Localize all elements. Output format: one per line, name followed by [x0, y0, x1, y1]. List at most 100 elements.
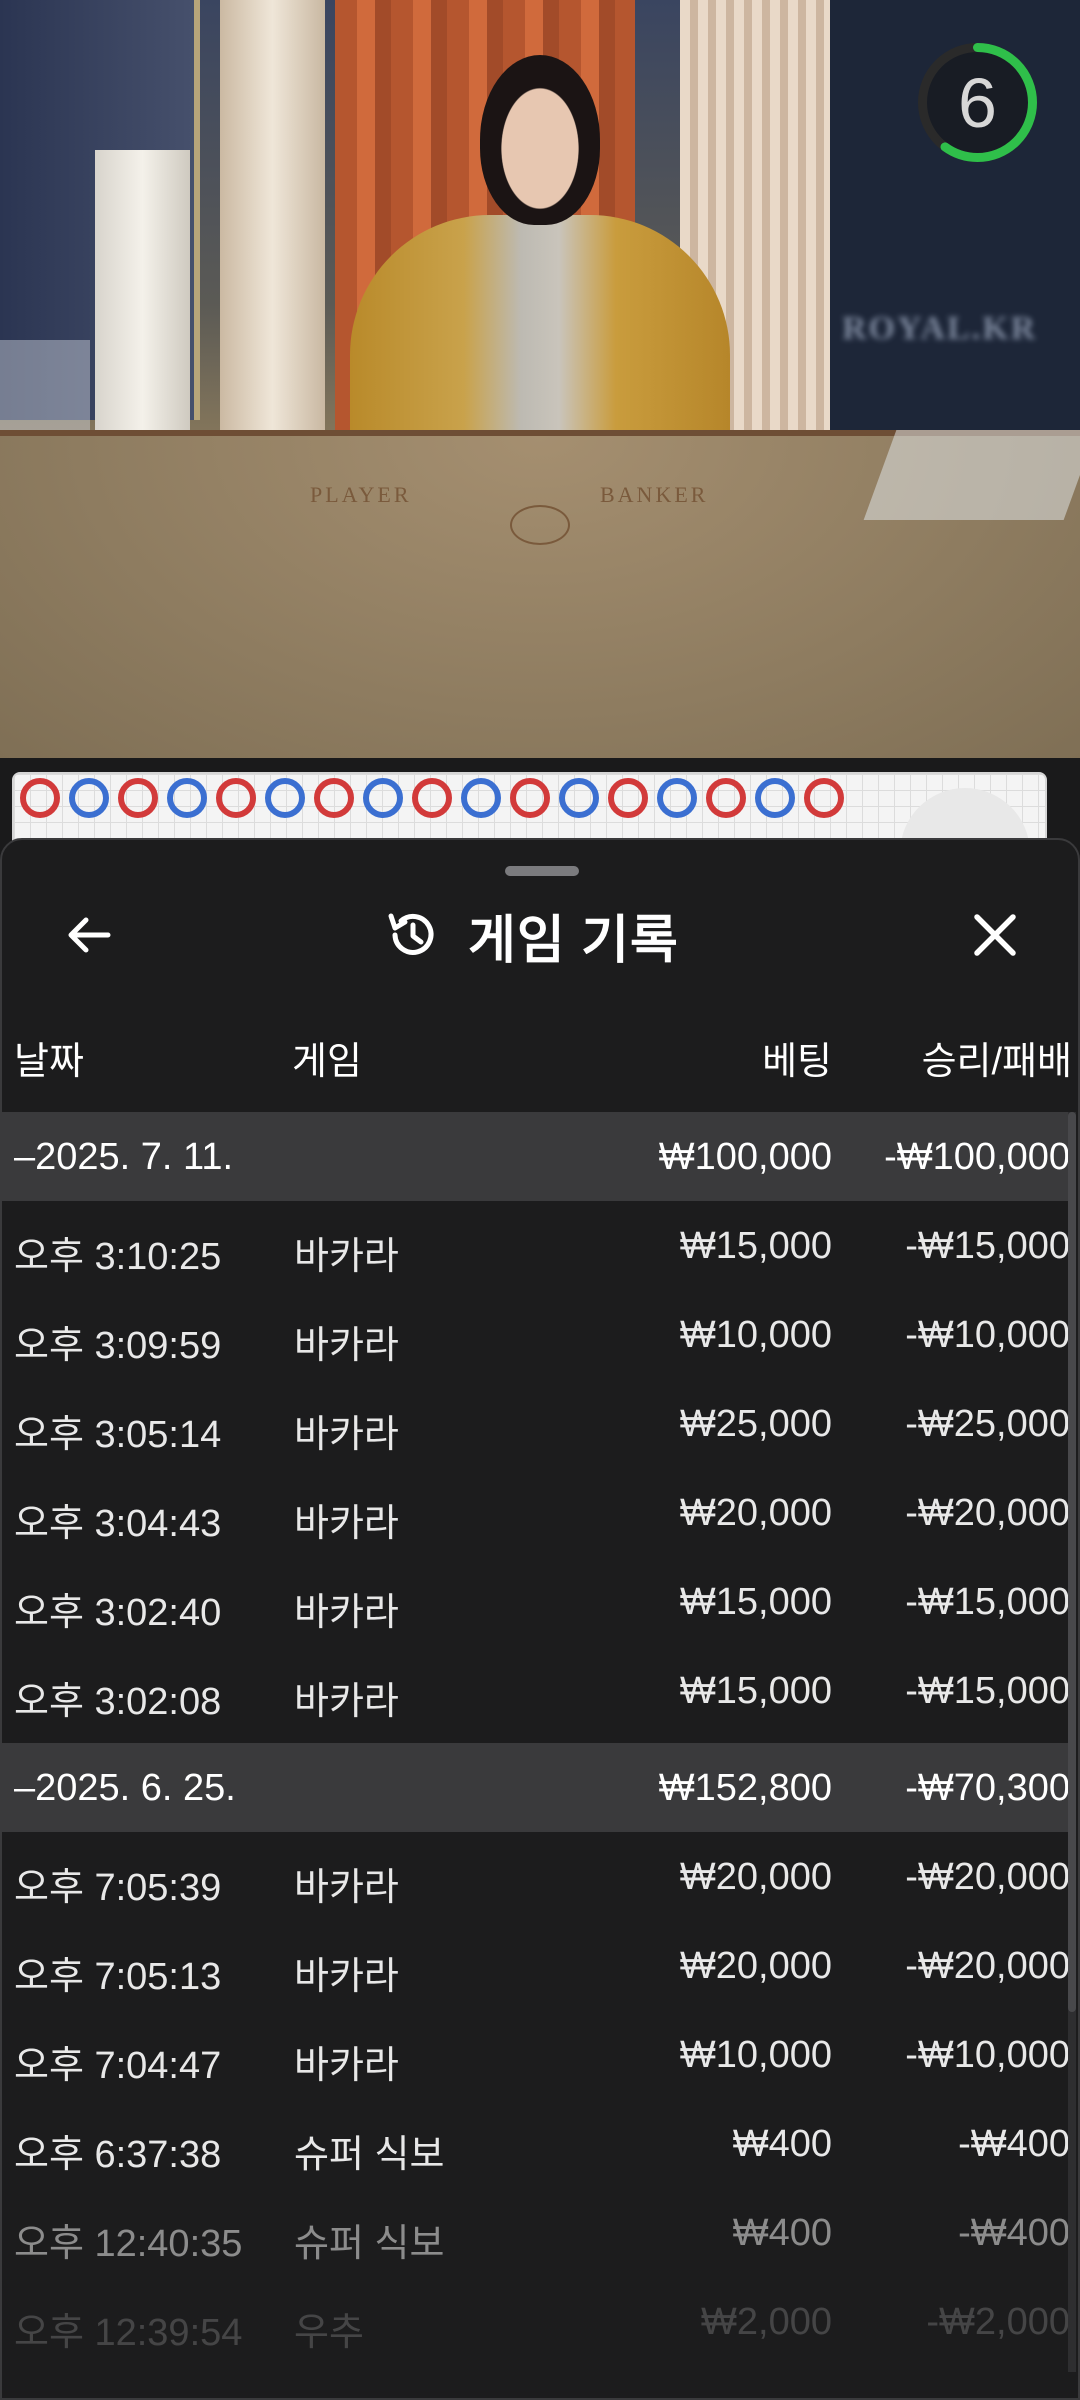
row-time: 오후 3:05:14 [14, 1414, 222, 1456]
row-bet: ₩10,000 [679, 1314, 832, 1356]
history-row[interactable]: 오후 3:09:59 바카라 ₩10,000 -₩10,000 [2, 1290, 1070, 1379]
row-time: 오후 3:02:40 [14, 1592, 222, 1634]
row-game: 바카라 [294, 2045, 399, 2087]
date-group-header[interactable]: –2025. 7. 11. ₩100,000 -₩100,000 [2, 1112, 1070, 1201]
row-time: 오후 3:04:43 [14, 1503, 222, 1545]
countdown-number: 6 [958, 63, 997, 142]
arrow-left-icon [68, 917, 111, 953]
row-bet: ₩20,000 [679, 1856, 832, 1898]
row-game: 바카라 [294, 1681, 399, 1723]
banker-bead [314, 778, 354, 818]
player-bead [363, 778, 403, 818]
banker-bead [804, 778, 844, 818]
history-row[interactable]: 오후 3:02:08 바카라 ₩15,000 -₩15,000 [2, 1646, 1070, 1735]
history-row[interactable]: 오후 12:39:54 우추 ₩2,000 -₩2,000 [2, 2277, 1070, 2366]
row-result: -₩15,000 [905, 1225, 1070, 1267]
history-row[interactable]: 오후 3:02:40 바카라 ₩15,000 -₩15,000 [2, 1557, 1070, 1646]
history-row[interactable]: 오후 7:05:39 바카라 ₩20,000 -₩20,000 [2, 1832, 1070, 1921]
history-row[interactable]: 오후 7:05:13 바카라 ₩20,000 -₩20,000 [2, 1921, 1070, 2010]
history-row[interactable]: 오후 12:40:35 슈퍼 식보 ₩400 -₩400 [2, 2188, 1070, 2277]
row-bet: ₩20,000 [679, 1945, 832, 1987]
group-bet-total: ₩100,000 [658, 1136, 832, 1178]
banker-bead [510, 778, 550, 818]
history-list[interactable]: –2025. 7. 11. ₩100,000 -₩100,000 오후 3:10… [2, 1112, 1070, 2366]
history-row[interactable]: 오후 3:10:25 바카라 ₩15,000 -₩15,000 [2, 1201, 1070, 1290]
row-bet: ₩10,000 [679, 2034, 832, 2076]
history-scrollbar[interactable] [1068, 1112, 1076, 2372]
row-game: 바카라 [294, 1414, 399, 1456]
row-bet: ₩2,000 [701, 2301, 832, 2343]
column-header-game: 게임 [292, 1041, 362, 1083]
player-bead [657, 778, 697, 818]
table-player-label: PLAYER [310, 482, 412, 507]
date-group-header[interactable]: –2025. 6. 25. ₩152,800 -₩70,300 [2, 1743, 1070, 1832]
row-result: -₩15,000 [905, 1670, 1070, 1712]
group-bet-total: ₩152,800 [658, 1767, 832, 1809]
close-button[interactable] [960, 900, 1030, 970]
history-row[interactable]: 오후 6:37:38 슈퍼 식보 ₩400 -₩400 [2, 2099, 1070, 2188]
row-result: -₩15,000 [905, 1581, 1070, 1623]
row-bet: ₩400 [732, 2123, 832, 2165]
row-result: -₩10,000 [905, 1314, 1070, 1356]
banker-bead [118, 778, 158, 818]
game-history-sheet: 게임 기록 날짜 게임 베팅 승리/패배 –2025. 7. 11. ₩100,… [0, 838, 1080, 2400]
row-game: 바카라 [294, 1956, 399, 1998]
history-row[interactable]: 오후 7:04:47 바카라 ₩10,000 -₩10,000 [2, 2010, 1070, 2099]
row-time: 오후 3:09:59 [14, 1325, 222, 1367]
history-icon [382, 905, 442, 965]
column-header-date: 날짜 [14, 1041, 84, 1083]
row-game: 바카라 [294, 1325, 399, 1367]
player-bead [69, 778, 109, 818]
row-game: 바카라 [294, 1592, 399, 1634]
sheet-drag-handle[interactable] [505, 866, 579, 876]
sheet-header: 게임 기록 [2, 880, 1078, 990]
row-time: 오후 7:05:13 [14, 1956, 222, 1998]
banker-bead [216, 778, 256, 818]
row-game: 바카라 [294, 1236, 399, 1278]
row-bet: ₩15,000 [679, 1670, 832, 1712]
player-bead [265, 778, 305, 818]
row-result: -₩10,000 [905, 2034, 1070, 2076]
row-result: -₩20,000 [905, 1856, 1070, 1898]
history-column-headers: 날짜 게임 베팅 승리/패배 [2, 1022, 1078, 1083]
scrollbar-thumb[interactable] [1068, 1112, 1076, 2012]
back-button[interactable] [54, 900, 124, 970]
row-game: 바카라 [294, 1503, 399, 1545]
group-result-total: -₩100,000 [884, 1136, 1070, 1178]
row-bet: ₩25,000 [679, 1403, 832, 1445]
row-time: 오후 12:40:35 [14, 2223, 243, 2265]
player-bead [461, 778, 501, 818]
row-time: 오후 6:37:38 [14, 2134, 222, 2176]
card-shoe [863, 430, 1080, 520]
row-time: 오후 7:05:39 [14, 1867, 222, 1909]
group-result-total: -₩70,300 [905, 1767, 1070, 1809]
row-bet: ₩20,000 [679, 1492, 832, 1534]
banker-bead [20, 778, 60, 818]
history-row[interactable]: 오후 3:05:14 바카라 ₩25,000 -₩25,000 [2, 1379, 1070, 1468]
history-row[interactable]: 오후 3:04:43 바카라 ₩20,000 -₩20,000 [2, 1468, 1070, 1557]
table-banker-label: BANKER [600, 482, 709, 507]
row-game: 바카라 [294, 1867, 399, 1909]
player-bead [755, 778, 795, 818]
banker-bead [706, 778, 746, 818]
banker-bead [412, 778, 452, 818]
sheet-title-group: 게임 기록 [382, 900, 679, 970]
close-icon [974, 914, 1016, 956]
player-bead [167, 778, 207, 818]
row-time: 오후 7:04:47 [14, 2045, 222, 2087]
countdown-timer: 6 [915, 40, 1040, 165]
player-bead [559, 778, 599, 818]
row-bet: ₩400 [732, 2212, 832, 2254]
background-pillar [220, 0, 325, 430]
row-game: 슈퍼 식보 [294, 2223, 445, 2265]
row-time: 오후 3:02:08 [14, 1681, 222, 1723]
row-result: -₩20,000 [905, 1945, 1070, 1987]
banker-bead [608, 778, 648, 818]
background-pillar [95, 150, 190, 430]
row-result: -₩400 [958, 2212, 1070, 2254]
brand-watermark: ROYAL.KR [842, 310, 1038, 347]
row-game: 우추 [294, 2312, 364, 2354]
row-result: -₩400 [958, 2123, 1070, 2165]
table-logo-seal [510, 505, 570, 545]
